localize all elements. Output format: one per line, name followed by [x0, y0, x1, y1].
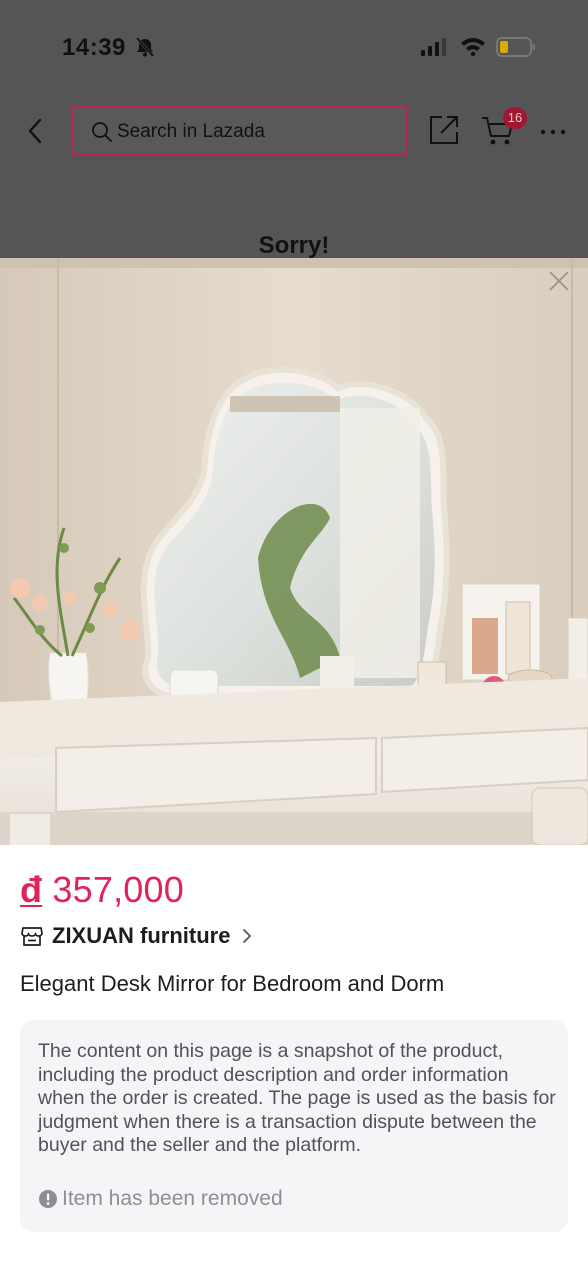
search-input[interactable]: Search in Lazada: [71, 105, 408, 156]
item-status-row: Item has been removed: [38, 1187, 283, 1211]
price-value: 357,000: [52, 869, 184, 910]
item-removed-status: Item has been removed: [62, 1187, 283, 1210]
top-navigation-bar: Search in Lazada 16: [0, 100, 588, 162]
wifi-icon: [461, 38, 485, 56]
cart-count-badge: 16: [503, 107, 527, 129]
store-name: ZIXUAN furniture: [52, 923, 231, 948]
status-time: 14:39: [62, 34, 126, 61]
alert-icon: [39, 1190, 57, 1208]
snapshot-notice-card: The content on this page is a snapshot o…: [20, 1020, 568, 1232]
back-arrow-icon[interactable]: [22, 116, 50, 146]
product-price: đ 357,000: [20, 869, 184, 911]
search-placeholder: Search in Lazada: [117, 121, 265, 142]
cellular-signal-icon: [421, 38, 446, 56]
sorry-heading: Sorry!: [258, 232, 330, 259]
search-icon: [92, 122, 112, 142]
bell-muted-icon: [135, 37, 155, 57]
close-icon[interactable]: [546, 268, 572, 294]
status-bar: 14:39: [0, 0, 588, 95]
more-options-icon[interactable]: [540, 128, 566, 136]
dimmed-background-page: 14:39 Search in Lazada 16 Sorry!: [0, 0, 588, 259]
product-info-panel: đ 357,000 ZIXUAN furniture Elegant Desk …: [0, 845, 588, 1280]
product-image: [0, 258, 588, 845]
battery-icon: [496, 37, 535, 57]
share-icon[interactable]: [428, 114, 460, 146]
store-icon: [21, 927, 43, 946]
store-link[interactable]: ZIXUAN furniture: [20, 921, 254, 951]
price-currency: đ: [20, 869, 43, 910]
product-title: Elegant Desk Mirror for Bedroom and Dorm: [20, 971, 445, 996]
chevron-right-icon: [243, 929, 252, 943]
snapshot-notice-text: The content on this page is a snapshot o…: [38, 1040, 556, 1156]
